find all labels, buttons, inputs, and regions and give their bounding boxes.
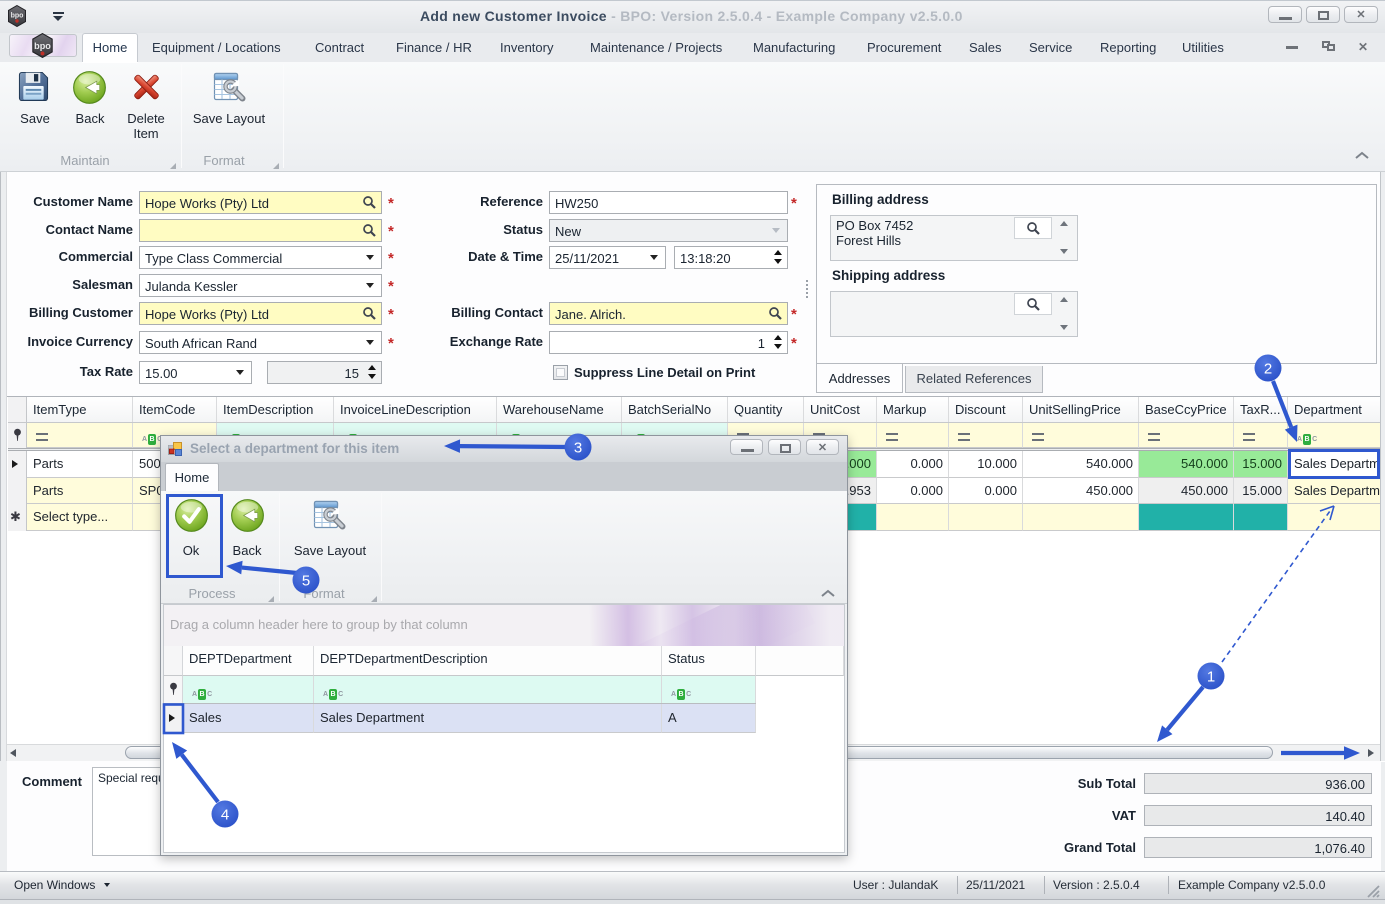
svg-text:bpo: bpo (11, 13, 24, 20)
svg-text:bpo: bpo (34, 41, 51, 51)
